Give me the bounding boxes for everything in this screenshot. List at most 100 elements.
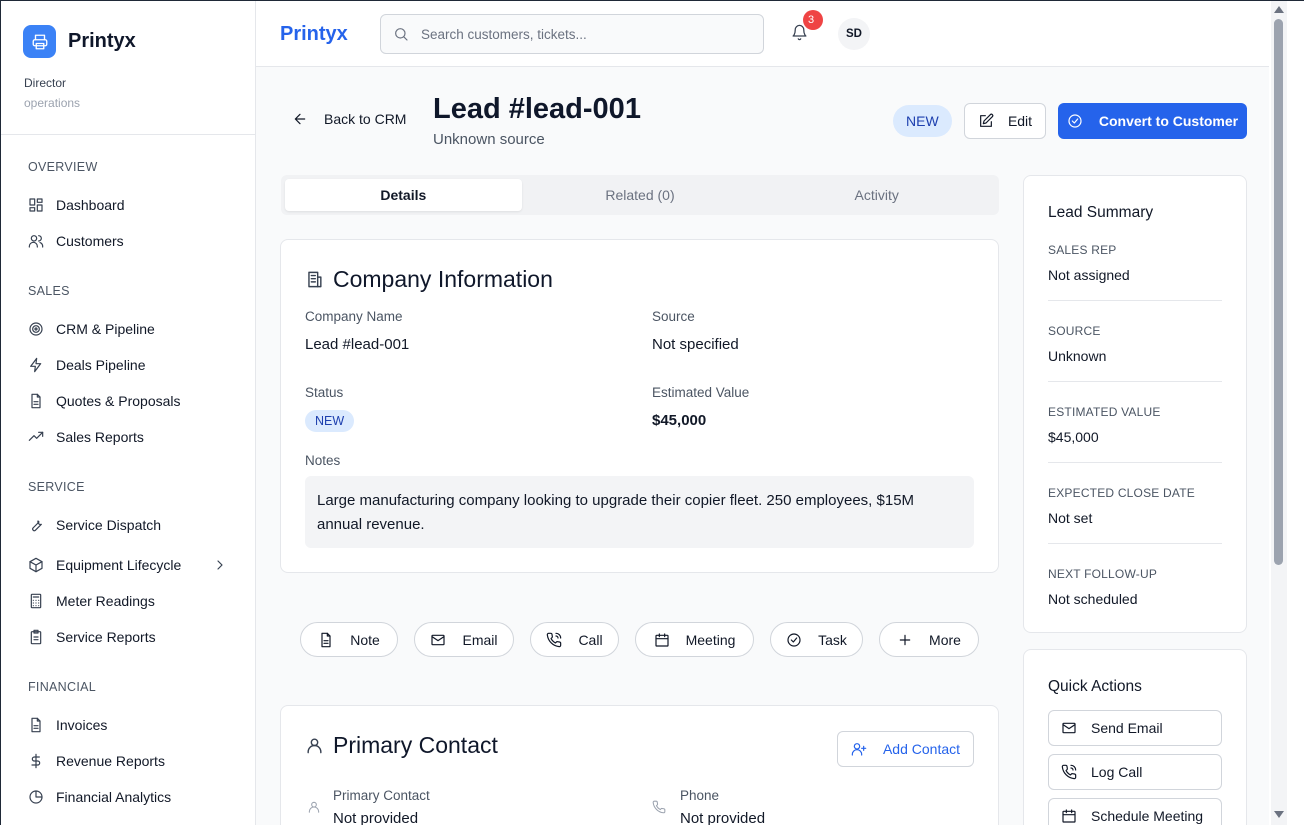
user-department: operations [24,96,81,110]
wrench-icon [32,520,42,532]
calendar-icon [1062,809,1076,823]
sidebar-item-meter-readings[interactable]: Meter Readings [28,590,228,612]
estimated-value-label: ESTIMATED VALUE [1048,405,1161,419]
phone-label: Phone [680,788,720,803]
sidebar-item-label: Invoices [56,717,108,733]
notification-count-badge: 3 [803,10,823,30]
top-brand[interactable]: Printyx [280,23,348,46]
source-value: Not specified [652,336,739,353]
add-task-button[interactable]: Task [770,622,863,657]
phone-icon [652,800,666,814]
mail-icon [1062,722,1076,734]
quick-action-label: Log Call [1091,764,1143,780]
note-icon [321,632,331,647]
more-actions-button[interactable]: More [879,622,979,657]
lead-summary-title: Lead Summary [1048,204,1154,221]
summary-divider [1048,300,1222,301]
user-avatar[interactable]: SD [838,18,870,50]
company-name-label: Company Name [305,309,403,324]
sidebar-item-financial-analytics[interactable]: Financial Analytics [28,786,228,808]
tab-related[interactable]: Related (0) [522,179,759,211]
sidebar-item-crm-pipeline[interactable]: CRM & Pipeline [28,318,228,340]
convert-to-customer-button[interactable]: Convert to Customer [1058,103,1247,139]
primary-contact-title: Primary Contact [305,732,498,759]
sidebar-section-sales: SALES [28,284,70,298]
zap-icon [30,357,42,373]
sidebar: Printyx Director operations OVERVIEW Das… [1,1,256,825]
target-icon [29,322,43,336]
sidebar-item-service-reports[interactable]: Service Reports [28,626,228,648]
tab-bar: Details Related (0) Activity [281,175,999,215]
schedule-meeting-button[interactable]: Meeting [635,622,754,657]
estimated-value: $45,000 [1048,429,1099,445]
sidebar-item-invoices[interactable]: Invoices [28,714,228,736]
next-follow-up-label: NEXT FOLLOW-UP [1048,567,1158,581]
edit-icon [980,113,994,127]
scroll-up-arrow[interactable] [1274,6,1284,13]
log-call-button[interactable]: Call [530,622,619,657]
top-bar: Printyx 3 SD [256,1,1269,67]
sidebar-item-label: Financial Analytics [56,789,172,805]
sidebar-item-label: Equipment Lifecycle [56,557,182,573]
search-icon [395,28,408,41]
quick-schedule-meeting-button[interactable]: Schedule Meeting [1048,798,1222,825]
sales-rep-value: Not assigned [1048,267,1130,283]
brand[interactable]: Printyx [23,25,136,58]
sidebar-section-overview: OVERVIEW [28,160,98,174]
add-note-button[interactable]: Note [300,622,398,657]
tab-activity[interactable]: Activity [758,179,995,211]
user-icon [307,738,322,754]
add-contact-button[interactable]: Add Contact [837,731,974,767]
sidebar-item-sales-reports[interactable]: Sales Reports [28,426,228,448]
action-label: Note [350,631,380,648]
action-label: Task [818,631,847,648]
status-badge: NEW [893,105,952,137]
sidebar-item-revenue-reports[interactable]: Revenue Reports [28,750,228,772]
scroll-down-arrow[interactable] [1274,811,1284,818]
sidebar-item-label: Deals Pipeline [56,357,146,373]
primary-contact-card: Primary Contact Add Contact Primary Cont… [280,705,999,825]
box-icon [29,557,43,573]
action-label: Meeting [685,631,736,648]
sidebar-item-dashboard[interactable]: Dashboard [28,194,228,216]
sidebar-item-service-dispatch[interactable]: Service Dispatch [28,514,228,536]
quick-send-email-button[interactable]: Send Email [1048,710,1222,746]
scrollbar-thumb[interactable] [1274,19,1283,565]
quick-log-call-button[interactable]: Log Call [1048,754,1222,790]
building-icon [308,271,322,288]
user-icon [307,800,321,814]
sidebar-item-deals-pipeline[interactable]: Deals Pipeline [28,354,228,376]
edit-label: Edit [1007,113,1033,129]
primary-contact-label: Primary Contact [333,788,430,803]
sales-rep-label: SALES REP [1048,243,1117,257]
users-icon [28,235,44,248]
sidebar-item-label: CRM & Pipeline [56,321,155,337]
company-information-card: Company Information Company Name Lead #l… [280,239,999,573]
add-contact-label: Add Contact [882,741,961,757]
sidebar-divider [1,134,255,135]
source-label: SOURCE [1048,324,1101,338]
estimated-value: $45,000 [652,412,707,429]
trending-up-icon [28,431,44,441]
action-label: More [929,631,961,648]
card-title-text: Primary Contact [333,732,498,758]
search-input[interactable] [421,26,741,42]
notes-label: Notes [305,453,341,468]
send-email-button[interactable]: Email [414,622,514,657]
sidebar-item-equipment-lifecycle[interactable]: Equipment Lifecycle [28,554,228,576]
search-box[interactable] [380,14,764,54]
back-to-crm-button[interactable]: Back to CRM [292,111,406,127]
sidebar-item-label: Dashboard [56,197,125,213]
sidebar-item-quotes-proposals[interactable]: Quotes & Proposals [28,390,228,412]
arrow-left-icon [294,113,306,125]
edit-button[interactable]: Edit [964,103,1046,139]
clipboard-icon [30,629,42,645]
sidebar-item-customers[interactable]: Customers [28,230,228,252]
back-label: Back to CRM [324,111,407,127]
phone-icon [547,632,562,647]
tab-details[interactable]: Details [285,179,522,211]
sidebar-item-label: Service Reports [56,629,156,645]
user-role: Director [24,76,67,90]
source-value: Unknown [1048,348,1107,364]
chevron-right-icon[interactable] [212,557,228,573]
